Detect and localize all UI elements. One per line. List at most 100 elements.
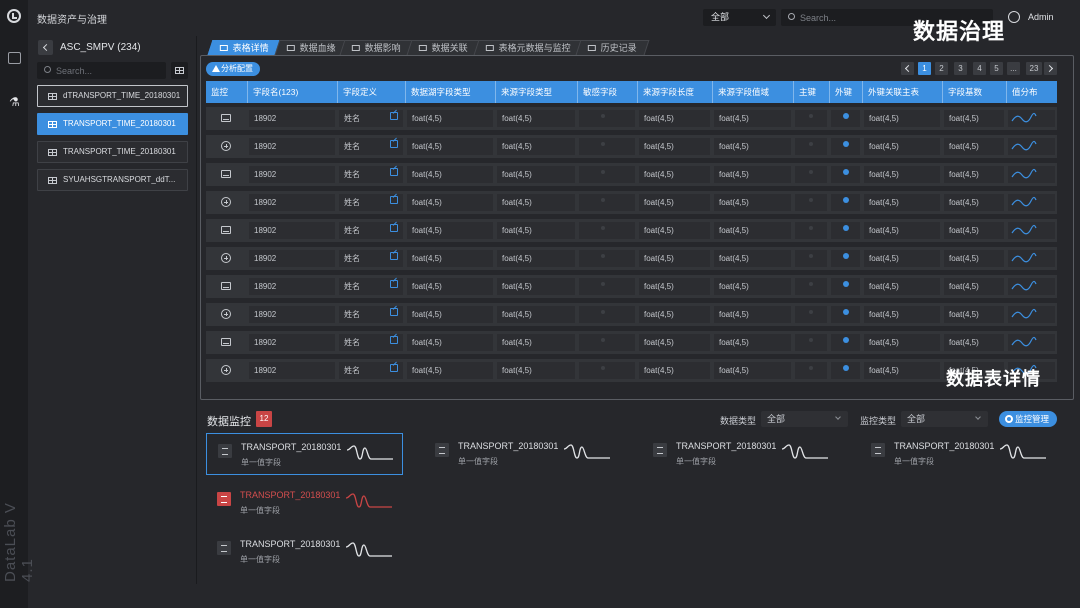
fk-table-cell-text: foat(4,5) [869,198,899,207]
table-row[interactable]: 18902 姓名 foat(4,5) foat(4,5) foat(4,5) foat(4… [206,163,1057,186]
edit-icon[interactable] [390,280,398,288]
column-header[interactable]: 主键 [793,81,829,103]
column-header[interactable]: 来源字段类型 [495,81,577,103]
column-header[interactable]: 外键 [829,81,862,103]
value-distribution-sparkline[interactable] [1011,138,1037,154]
image-icon[interactable] [221,114,231,122]
table-search-input[interactable] [56,62,161,79]
table-search[interactable] [37,62,166,79]
table-row[interactable]: 18902 姓名 foat(4,5) foat(4,5) foat(4,5) foat(4… [206,107,1057,130]
plus-circle-icon[interactable] [221,253,231,263]
pagination-prev-button[interactable] [901,62,914,75]
column-header[interactable]: 外键关联主表 [862,81,942,103]
monitor-manage-button[interactable]: 监控管理 [999,411,1057,427]
grid-view-button[interactable] [171,62,188,79]
monitor-card[interactable]: TRANSPORT_20180301 单一值字段 [206,433,403,475]
table-list-item[interactable]: TRANSPORT_TIME_20180301 [37,113,188,135]
plus-circle-icon[interactable] [221,365,231,375]
plus-circle-icon[interactable] [221,197,231,207]
lake-type-cell-text: foat(4,5) [412,170,442,179]
monitor-card[interactable]: TRANSPORT_20180301 单一值字段 [424,433,621,475]
analyze-config-button[interactable]: 分析配置 [206,62,260,76]
table-list-item[interactable]: SYUAHSGTRANSPORT_ddT... [37,169,188,191]
monitor-card[interactable]: TRANSPORT_20180301 单一值字段 [642,433,839,475]
image-icon[interactable] [221,338,231,346]
tab-history[interactable]: 历史记录 [575,40,650,55]
pagination-page-button[interactable]: 2 [935,62,948,75]
column-header[interactable]: 字段名(123) [247,81,337,103]
tab-data-impact[interactable]: 数据影响 [339,40,414,55]
pagination-page-button[interactable]: 5 [990,62,1003,75]
monitor-card[interactable]: TRANSPORT_20180301 单一值字段 [206,482,403,524]
table-row[interactable]: 18902 姓名 foat(4,5) foat(4,5) foat(4,5) foat(4… [206,331,1057,354]
value-distribution-sparkline[interactable] [1011,194,1037,210]
image-icon[interactable] [221,226,231,234]
table-cell [795,110,827,127]
edit-icon[interactable] [390,308,398,316]
pagination-page-button[interactable]: 3 [954,62,967,75]
data-type-select[interactable]: 全部 [761,411,848,427]
monitor-card[interactable]: TRANSPORT_20180301 单一值字段 [206,531,403,573]
value-distribution-sparkline[interactable] [1011,250,1037,266]
value-distribution-sparkline[interactable] [1011,334,1037,350]
history-icon [587,45,596,51]
tab-table-details[interactable]: 表格详情 [207,40,282,55]
table-row[interactable]: 18902 姓名 foat(4,5) foat(4,5) foat(4,5) foat(4… [206,303,1057,326]
logo-icon[interactable] [7,9,21,23]
lake-type-cell-text: foat(4,5) [412,254,442,263]
pagination-page-button[interactable]: 23 [1026,62,1042,75]
edit-icon[interactable] [390,224,398,232]
catalog-icon[interactable] [8,52,21,64]
column-header[interactable]: 字段基数 [942,81,1006,103]
tab-metadata-monitoring[interactable]: 表格元数据与监控 [473,40,584,55]
pagination-page-button[interactable]: 1 [918,62,931,75]
table-cell [579,194,635,211]
plus-circle-icon[interactable] [221,141,231,151]
lab-flask-icon[interactable]: ⚗ [8,96,21,108]
value-distribution-sparkline[interactable] [1011,110,1037,126]
edit-icon[interactable] [390,168,398,176]
table-row[interactable]: 18902 姓名 foat(4,5) foat(4,5) foat(4,5) foat(4… [206,135,1057,158]
scope-select[interactable]: 全部 [703,9,776,26]
edit-icon[interactable] [390,252,398,260]
edit-icon[interactable] [390,140,398,148]
pagination-next-button[interactable] [1044,62,1057,75]
source-type-cell: foat(4,5) [497,250,575,267]
column-header[interactable]: 来源字段长度 [637,81,712,103]
value-distribution-sparkline[interactable] [1011,306,1037,322]
column-header[interactable]: 字段定义 [337,81,405,103]
field-name-cell: 18902 [249,334,335,351]
edit-icon[interactable] [390,112,398,120]
table-row[interactable]: 18902 姓名 foat(4,5) foat(4,5) foat(4,5) foat(4… [206,359,1057,382]
pagination-page-button[interactable]: ... [1007,62,1020,75]
back-button[interactable] [38,40,53,55]
value-distribution-sparkline[interactable] [1011,278,1037,294]
column-header[interactable]: 监控 [206,81,247,103]
edit-icon[interactable] [390,364,398,372]
image-icon[interactable] [221,170,231,178]
table-row[interactable]: 18902 姓名 foat(4,5) foat(4,5) foat(4,5) foat(4… [206,275,1057,298]
monitor-card[interactable]: TRANSPORT_20180301 单一值字段 [860,433,1057,475]
pagination-page-button[interactable]: 4 [973,62,986,75]
table-row[interactable]: 18902 姓名 foat(4,5) foat(4,5) foat(4,5) foat(4… [206,219,1057,242]
edit-icon[interactable] [390,336,398,344]
image-icon[interactable] [221,282,231,290]
table-row[interactable]: 18902 姓名 foat(4,5) foat(4,5) foat(4,5) foat(4… [206,191,1057,214]
user-icon[interactable] [1008,11,1020,23]
column-header[interactable]: 值分布 [1006,81,1057,103]
table-row[interactable]: 18902 姓名 foat(4,5) foat(4,5) foat(4,5) foat(4… [206,247,1057,270]
column-header[interactable]: 来源字段值域 [712,81,793,103]
table-list-item[interactable]: dTRANSPORT_TIME_20180301 [37,85,188,107]
tab-data-relations[interactable]: 数据关联 [406,40,481,55]
monitor-type-select[interactable]: 全部 [901,411,988,427]
value-distribution-sparkline[interactable] [1011,222,1037,238]
column-header[interactable]: 数据湖字段类型 [405,81,495,103]
column-header[interactable]: 敏感字段 [577,81,637,103]
value-distribution-sparkline[interactable] [1011,166,1037,182]
table-list-item[interactable]: TRANSPORT_TIME_20180301 [37,141,188,163]
sensitive-indicator [601,142,605,146]
plus-circle-icon[interactable] [221,309,231,319]
user-name[interactable]: Admin [1028,12,1054,22]
edit-icon[interactable] [390,196,398,204]
tab-data-lineage[interactable]: 数据血缘 [274,40,349,55]
